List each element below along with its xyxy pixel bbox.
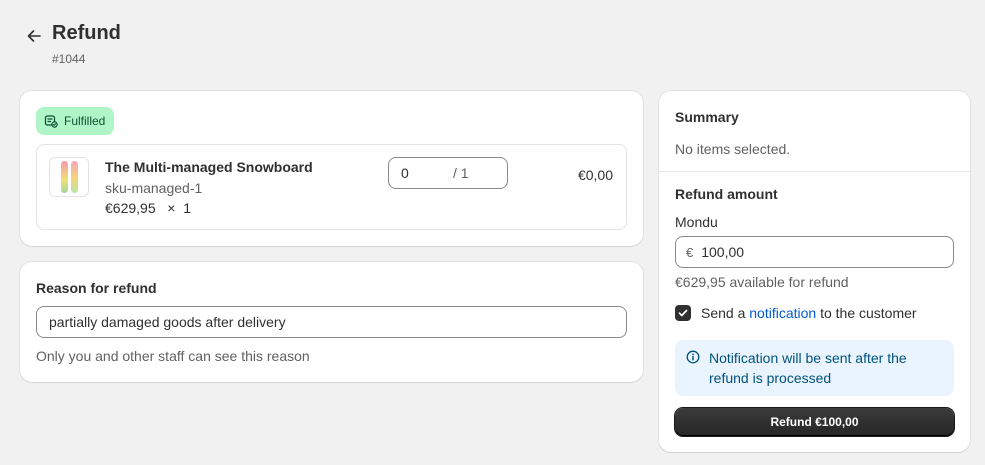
reason-card: Reason for refund partially damaged good… [20,262,643,382]
notification-link[interactable]: notification [749,305,816,321]
fulfilled-package-icon [44,115,58,128]
reason-input[interactable]: partially damaged goods after delivery [36,306,627,338]
ordered-quantity: 1 [183,200,192,216]
product-price: €629,95 × 1 [105,200,191,216]
page-title: Refund [52,22,121,44]
reason-label: Reason for refund [36,280,157,296]
reason-help-text: Only you and other staff can see this re… [36,348,310,364]
refund-quantity-value: 0 [401,165,409,181]
notify-checkbox[interactable] [675,305,691,321]
summary-title: Summary [675,109,739,125]
refund-amount-value: 100,00 [701,244,745,260]
fulfilled-badge: Fulfilled [36,107,115,135]
arrow-left-icon [27,30,41,42]
order-number: #1044 [52,52,86,66]
currency-symbol: € [686,244,694,260]
checkmark-icon [678,309,688,317]
refund-quantity-max: / 1 [453,165,469,181]
line-total: €0,00 [577,167,613,183]
payment-method-label: Mondu [675,214,718,230]
product-thumbnail [49,157,89,197]
refund-button[interactable]: Refund €100,00 [675,408,954,436]
notify-prefix: Send a [701,305,746,321]
summary-card: Summary No items selected. Refund amount… [659,91,970,452]
snowboard-image [60,161,68,193]
fulfilled-badge-label: Fulfilled [64,114,106,128]
fulfilled-items-card: Fulfilled The Multi-managed Snowboard sk… [20,91,643,246]
available-for-refund: €629,95 available for refund [675,274,849,290]
back-button[interactable] [24,26,44,46]
refund-quantity-input[interactable]: 0 / 1 [388,157,508,189]
refund-amount-input[interactable]: € 100,00 [675,236,954,268]
unit-price: €629,95 [105,200,156,216]
summary-empty-text: No items selected. [675,141,791,157]
info-banner: Notification will be sent after the refu… [675,340,954,396]
notify-customer-row: Send a notification to the customer [675,305,917,321]
notify-label: Send a notification to the customer [701,305,917,321]
divider [659,171,970,172]
info-icon [686,350,700,364]
snowboard-image [70,161,78,193]
notify-suffix: to the customer [820,305,917,321]
product-name: The Multi-managed Snowboard [105,159,313,175]
times-sign: × [167,200,176,216]
refund-amount-title: Refund amount [675,186,778,202]
info-banner-text: Notification will be sent after the refu… [709,350,907,386]
line-item: The Multi-managed Snowboard sku-managed-… [36,144,627,230]
product-sku: sku-managed-1 [105,180,203,196]
